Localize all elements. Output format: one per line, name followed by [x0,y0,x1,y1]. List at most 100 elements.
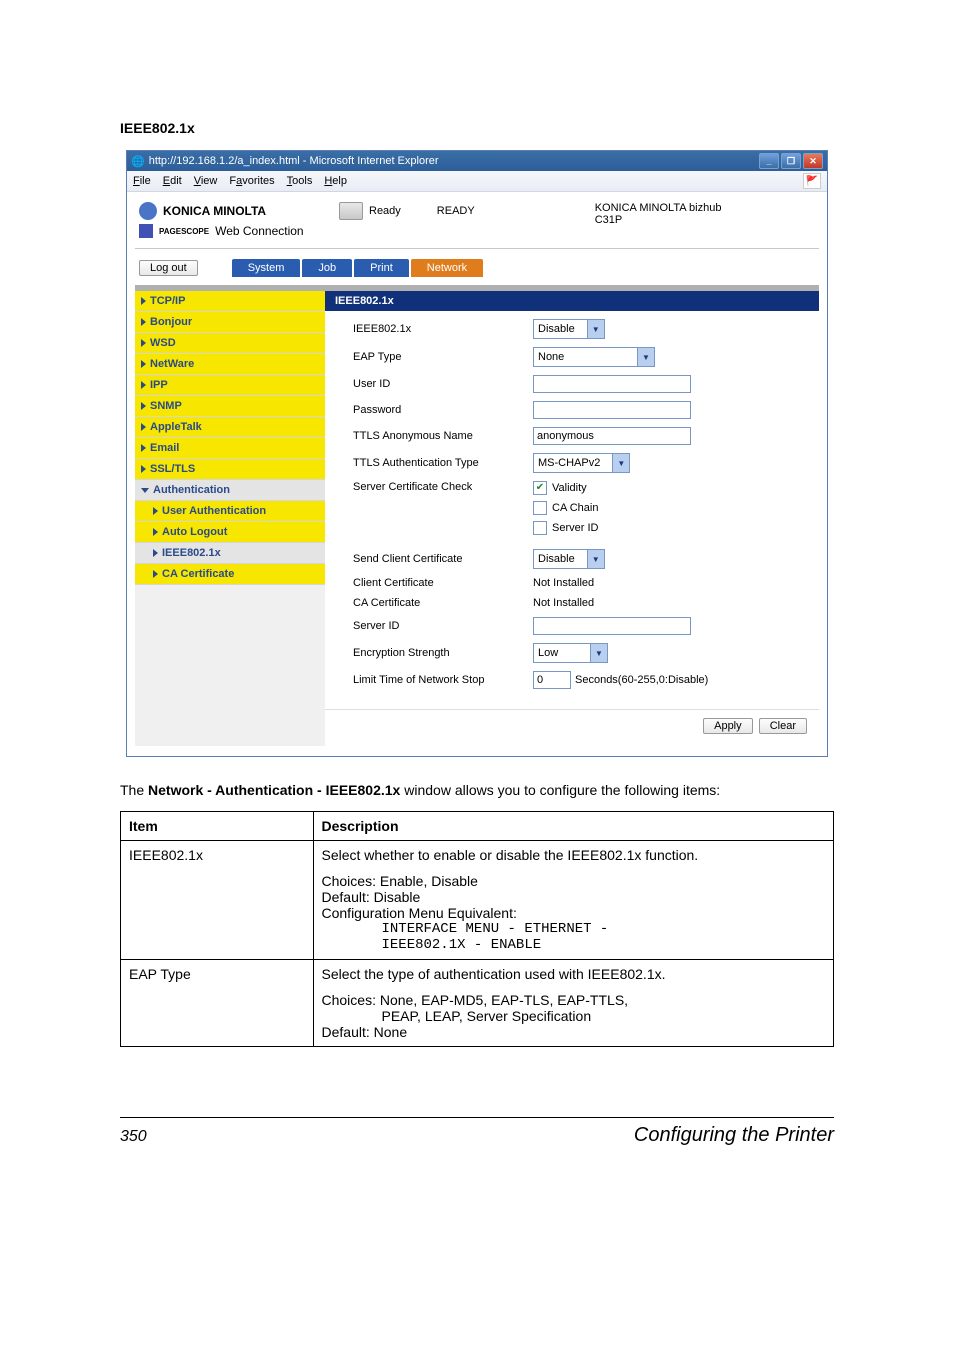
menu-help[interactable]: Help [324,175,347,187]
chk-label-cachain: CA Chain [552,502,598,514]
nav-wsd[interactable]: WSD [135,333,325,354]
input-user-id[interactable] [533,375,691,393]
arrow-right-icon [141,423,146,431]
pagescope-label: Web Connection [215,224,304,238]
chevron-down-icon: ▼ [637,348,654,366]
menu-tools[interactable]: Tools [287,175,313,187]
label-user-id: User ID [353,378,533,390]
nav-authentication[interactable]: Authentication [135,480,325,501]
pagescope-prefix: PAGESCOPE [159,227,209,236]
th-item: Item [121,811,314,840]
window-restore-button[interactable]: ❐ [781,153,801,169]
konica-logo-icon [139,202,157,220]
checkbox-cachain[interactable] [533,501,547,515]
menu-edit[interactable]: Edit [163,175,182,187]
page-number: 350 [120,1128,147,1146]
arrow-right-icon [153,549,158,557]
nav-ca-certificate[interactable]: CA Certificate [135,564,325,585]
nav-user-authentication[interactable]: User Authentication [135,501,325,522]
description-paragraph: The Network - Authentication - IEEE802.1… [120,781,834,801]
arrow-down-icon [141,488,149,493]
arrow-right-icon [141,465,146,473]
label-send-client-cert: Send Client Certificate [353,553,533,565]
printer-icon [339,202,363,220]
arrow-right-icon [141,444,146,452]
arrow-right-icon [141,402,146,410]
window-minimize-button[interactable]: _ [759,153,779,169]
table-row: EAP Type Select the type of authenticati… [121,959,834,1046]
arrow-right-icon [141,381,146,389]
nav-email[interactable]: Email [135,438,325,459]
th-description: Description [313,811,834,840]
device-line1: KONICA MINOLTA bizhub [595,202,722,214]
left-nav: TCP/IP Bonjour WSD NetWare IPP SNMP Appl… [135,291,325,746]
chevron-down-icon: ▼ [587,550,604,568]
select-eap-type[interactable]: None▼ [533,347,655,367]
tab-network[interactable]: Network [411,259,483,277]
page-footer: 350 Configuring the Printer [120,1117,834,1147]
window-close-button[interactable]: ✕ [803,153,823,169]
nav-ssltls[interactable]: SSL/TLS [135,459,325,480]
arrow-right-icon [141,297,146,305]
tab-print[interactable]: Print [354,259,409,277]
value-ca-cert: Not Installed [533,597,594,609]
menubar: File Edit View Favorites Tools Help 🚩 [127,171,827,192]
label-server-cert-check: Server Certificate Check [353,481,533,493]
nav-ipp[interactable]: IPP [135,375,325,396]
chevron-down-icon: ▼ [590,644,607,662]
menu-favorites[interactable]: Favorites [229,175,274,187]
tab-job[interactable]: Job [302,259,352,277]
ie-throbber-icon: 🚩 [803,173,821,189]
input-limit-time[interactable] [533,671,571,689]
value-client-cert: Not Installed [533,577,594,589]
description-table: Item Description IEEE802.1x Select wheth… [120,811,834,1047]
label-ttls-auth-type: TTLS Authentication Type [353,457,533,469]
cell-item: IEEE802.1x [121,840,314,959]
brand-name: KONICA MINOLTA [163,204,266,218]
ie-icon: 🌐 [131,155,145,168]
label-ca-cert: CA Certificate [353,597,533,609]
input-password[interactable] [533,401,691,419]
nav-bonjour[interactable]: Bonjour [135,312,325,333]
nav-appletalk[interactable]: AppleTalk [135,417,325,438]
apply-button[interactable]: Apply [703,718,753,734]
ready-status: READY [437,205,475,217]
nav-auto-logout[interactable]: Auto Logout [135,522,325,543]
label-password: Password [353,404,533,416]
browser-window: 🌐 http://192.168.1.2/a_index.html - Micr… [126,150,828,757]
pagescope-icon [139,224,153,238]
select-ieee[interactable]: Disable▼ [533,319,605,339]
label-ieee: IEEE802.1x [353,323,533,335]
select-ttls-auth[interactable]: MS-CHAPv2▼ [533,453,630,473]
input-server-id[interactable] [533,617,691,635]
nav-snmp[interactable]: SNMP [135,396,325,417]
tab-system[interactable]: System [232,259,301,277]
arrow-right-icon [141,339,146,347]
section-title: IEEE802.1x [120,120,834,136]
nav-tcpip[interactable]: TCP/IP [135,291,325,312]
label-encryption-strength: Encryption Strength [353,647,533,659]
arrow-right-icon [141,318,146,326]
titlebar: 🌐 http://192.168.1.2/a_index.html - Micr… [127,151,827,171]
checkbox-validity[interactable]: ✔ [533,481,547,495]
menu-file[interactable]: File [133,175,151,187]
checkbox-serverid[interactable] [533,521,547,535]
nav-netware[interactable]: NetWare [135,354,325,375]
logout-button[interactable]: Log out [139,260,198,276]
label-ttls-anon: TTLS Anonymous Name [353,430,533,442]
nav-ieee8021x[interactable]: IEEE802.1x [135,543,325,564]
select-send-client-cert[interactable]: Disable▼ [533,549,605,569]
arrow-right-icon [153,570,158,578]
menu-view[interactable]: View [194,175,218,187]
label-client-cert: Client Certificate [353,577,533,589]
chevron-down-icon: ▼ [612,454,629,472]
input-ttls-anon[interactable] [533,427,691,445]
window-title: http://192.168.1.2/a_index.html - Micros… [149,155,439,167]
select-encryption-strength[interactable]: Low▼ [533,643,608,663]
label-server-id: Server ID [353,620,533,632]
cell-item: EAP Type [121,959,314,1046]
label-eap-type: EAP Type [353,351,533,363]
ready-label: Ready [369,205,401,217]
chk-label-validity: Validity [552,482,587,494]
clear-button[interactable]: Clear [759,718,807,734]
